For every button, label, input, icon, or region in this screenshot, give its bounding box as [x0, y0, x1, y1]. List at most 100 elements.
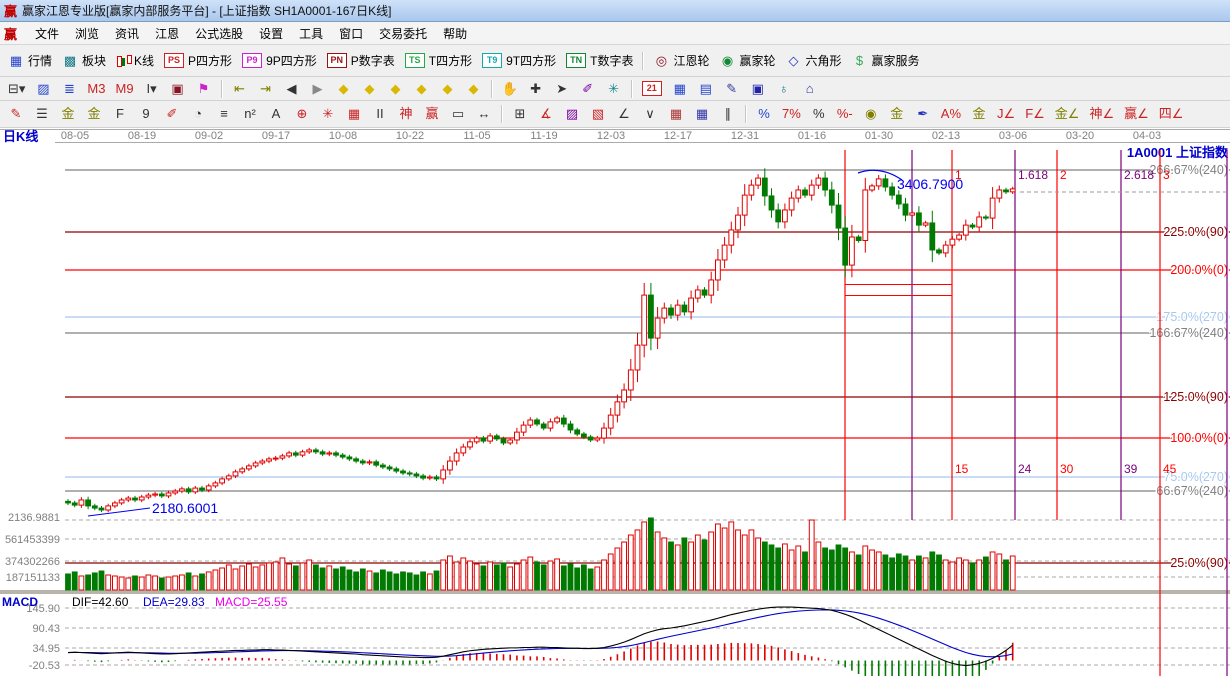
menu-item-2[interactable]: 浏览: [67, 23, 107, 44]
angle-rays-tool[interactable]: ∠: [612, 103, 636, 125]
winner-wheel-button[interactable]: ◉赢家轮: [715, 50, 779, 72]
ray-box-tool[interactable]: ▧: [586, 103, 610, 125]
zoom-out-x-button[interactable]: ◆: [332, 78, 356, 100]
gann-pen-tool[interactable]: ✎: [4, 103, 28, 125]
spider-web-tool[interactable]: ✳: [316, 103, 340, 125]
analysis-brain-button[interactable]: ✳: [602, 78, 626, 100]
nine-t-square-button[interactable]: T99T四方形: [478, 50, 560, 72]
parallel-lines-tool[interactable]: ∥: [716, 103, 740, 125]
gold-lines-2-tool[interactable]: 金: [82, 103, 106, 125]
square-tool[interactable]: ⊞: [508, 103, 532, 125]
t-square-button[interactable]: TST四方形: [401, 50, 476, 72]
menu-item-8[interactable]: 窗口: [331, 23, 371, 44]
notes-button[interactable]: ✎: [720, 78, 744, 100]
calculator-button[interactable]: ▦: [668, 78, 692, 100]
h-measure-tool[interactable]: ↔: [472, 103, 496, 125]
bars-3-button[interactable]: M3: [83, 78, 109, 100]
step-back-button[interactable]: ◀: [280, 78, 304, 100]
seven-percent-tool[interactable]: 7%: [778, 103, 805, 125]
menu-item-7[interactable]: 工具: [291, 23, 331, 44]
main-chart[interactable]: 08-0508-1909-0209-1710-0810-2211-0511-19…: [0, 128, 1230, 678]
ledger-button[interactable]: ▤: [694, 78, 718, 100]
gann-wheel-button[interactable]: ◎江恩轮: [649, 50, 713, 72]
p-square-button[interactable]: PSP四方形: [160, 50, 236, 72]
toolbar-label: 赢家服务: [872, 52, 920, 69]
expand-x-button[interactable]: ◆: [384, 78, 408, 100]
gold-lines-1-tool[interactable]: 金: [56, 103, 80, 125]
menu-item-10[interactable]: 帮助: [435, 23, 475, 44]
p-chart-button[interactable]: ▣: [166, 78, 190, 100]
expand-y-button[interactable]: ◆: [436, 78, 460, 100]
j-angle-tool[interactable]: J∠: [993, 103, 1019, 125]
ruler-123-tool[interactable]: ▭: [446, 103, 470, 125]
f-lines-tool[interactable]: F: [108, 103, 132, 125]
p-number-table-button[interactable]: PNP数字表: [323, 50, 399, 72]
ying-tool[interactable]: 赢: [420, 103, 444, 125]
step-forward-button[interactable]: ▶: [306, 78, 330, 100]
gold-angle-tool[interactable]: 金∠: [1051, 103, 1084, 125]
percent-ruler-tool[interactable]: %: [752, 103, 776, 125]
globe-sync-button[interactable]: ♁: [772, 78, 796, 100]
shen-angle-tool[interactable]: 神∠: [1085, 103, 1118, 125]
menu-item-6[interactable]: 设置: [251, 23, 291, 44]
go-first-button[interactable]: ⇤: [228, 78, 252, 100]
circle-cross-tool[interactable]: ⊕: [290, 103, 314, 125]
compress-x-button[interactable]: ◆: [410, 78, 434, 100]
candle-style-dropdown[interactable]: ⊟▾: [4, 78, 29, 100]
percent-tool[interactable]: %: [807, 103, 831, 125]
go-last-button[interactable]: ⇥: [254, 78, 278, 100]
indicator-dropdown[interactable]: I▾: [140, 78, 164, 100]
calendar-button[interactable]: 21: [638, 78, 666, 100]
price-lines-tool[interactable]: ☰: [30, 103, 54, 125]
remote-pc-button[interactable]: ⌂: [798, 78, 822, 100]
save-button[interactable]: ▣: [746, 78, 770, 100]
gann-fan-tool[interactable]: ∡: [534, 103, 558, 125]
nine-p-square-button[interactable]: P99P四方形: [238, 50, 321, 72]
grid-red-tool[interactable]: ▦: [664, 103, 688, 125]
compass-circle-tool[interactable]: ◔: [186, 103, 210, 125]
a-percent-tool[interactable]: A%: [937, 103, 965, 125]
ying-angle-tool[interactable]: 赢∠: [1120, 103, 1153, 125]
fan-box-tool[interactable]: ▨: [560, 103, 584, 125]
si-angle-tool[interactable]: 四∠: [1155, 103, 1188, 125]
grid-blue-tool[interactable]: ▦: [690, 103, 714, 125]
sectors-button[interactable]: ▩板块: [58, 50, 110, 72]
zigzag-tool[interactable]: ∨: [638, 103, 662, 125]
mirror-a-tool[interactable]: A: [264, 103, 288, 125]
n-squared-tool[interactable]: n²: [238, 103, 262, 125]
pointer-tool[interactable]: ➤: [550, 78, 574, 100]
kline-button[interactable]: K线: [112, 50, 158, 72]
percent-line-tool[interactable]: %-: [833, 103, 857, 125]
pen-2-tool[interactable]: ✐: [160, 103, 184, 125]
web-grid-tool[interactable]: ▦: [342, 103, 366, 125]
hexagon-button[interactable]: ◇六角形: [782, 50, 846, 72]
menu-item-3[interactable]: 资讯: [107, 23, 147, 44]
info-doc-button[interactable]: ≣: [57, 78, 81, 100]
shen-tool[interactable]: 神: [394, 103, 418, 125]
gold-circle-tool[interactable]: ◉: [859, 103, 883, 125]
menu-item-1[interactable]: 文件: [27, 23, 67, 44]
gold-level-tool[interactable]: 金: [885, 103, 909, 125]
zoom-in-x-button[interactable]: ◆: [358, 78, 382, 100]
menu-item-4[interactable]: 江恩: [147, 23, 187, 44]
flag-palette-button[interactable]: ⚑: [192, 78, 216, 100]
pan-hand-tool[interactable]: ✋: [498, 78, 522, 100]
winner-service-button[interactable]: $赢家服务: [848, 50, 924, 72]
expand-xy-button[interactable]: ◆: [462, 78, 486, 100]
menu-item-9[interactable]: 交易委托: [371, 23, 435, 44]
draw-note-tool[interactable]: ✐: [576, 78, 600, 100]
nine-spiral-tool[interactable]: 9: [134, 103, 158, 125]
menu-item-5[interactable]: 公式选股: [187, 23, 251, 44]
f-angle-tool[interactable]: F∠: [1021, 103, 1049, 125]
t-number-table-button[interactable]: TNT数字表: [562, 50, 637, 72]
double-i-tool[interactable]: II: [368, 103, 392, 125]
sectors-icon: ▩: [62, 53, 78, 69]
crosshair-tool[interactable]: ✚: [524, 78, 548, 100]
chart-pattern-button[interactable]: ▨: [31, 78, 55, 100]
bars-9-button[interactable]: M9: [111, 78, 137, 100]
gold-underline-tool[interactable]: 金: [967, 103, 991, 125]
quotes-button[interactable]: ▦行情: [4, 50, 56, 72]
ruler-lines-tool[interactable]: ≡: [212, 103, 236, 125]
turn-pen-tool[interactable]: ✒: [911, 103, 935, 125]
chart-area[interactable]: 08-0508-1909-0209-1710-0810-2211-0511-19…: [0, 128, 1230, 678]
